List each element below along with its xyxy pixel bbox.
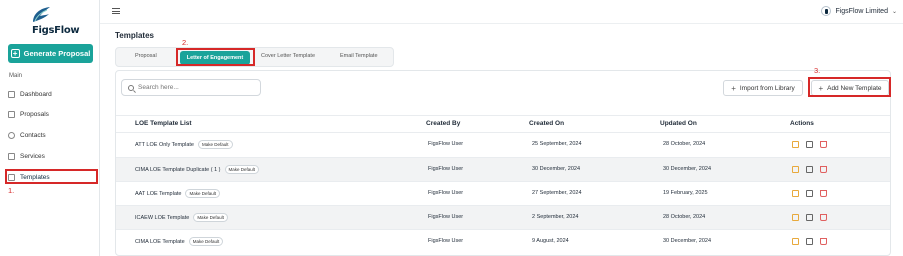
- edit-icon[interactable]: [792, 141, 799, 148]
- tab-email-template[interactable]: Email Template: [340, 53, 378, 59]
- created-on-cell: 9 August, 2024: [532, 238, 569, 244]
- copy-icon[interactable]: [806, 190, 813, 197]
- org-logo-icon: [821, 6, 832, 16]
- created-on-cell: 30 December, 2024: [532, 166, 581, 172]
- plus-icon: +: [10, 49, 20, 58]
- updated-on-cell: 30 December, 2024: [663, 166, 712, 172]
- table-row: [116, 205, 890, 229]
- template-name-cell: CIMA LOE Template Make Default: [135, 237, 224, 246]
- sidebar-item-label: Dashboard: [20, 90, 52, 98]
- updated-on-cell: 28 October, 2024: [663, 141, 706, 147]
- delete-icon[interactable]: [820, 238, 827, 245]
- generate-proposal-button[interactable]: + Generate Proposal: [8, 44, 93, 63]
- sidebar-item-services[interactable]: Services: [8, 149, 98, 163]
- copy-icon[interactable]: [806, 141, 813, 148]
- created-on-cell: 27 September, 2024: [532, 190, 582, 196]
- table-row: [116, 181, 890, 205]
- make-default-button[interactable]: Make Default: [185, 189, 220, 198]
- hamburger-menu-icon[interactable]: [112, 8, 120, 14]
- annotation-step-2: 2.: [182, 38, 189, 47]
- page-title: Templates: [115, 31, 154, 40]
- delete-icon[interactable]: [820, 141, 827, 148]
- created-on-cell: 2 September, 2024: [532, 214, 579, 220]
- sidebar-item-contacts[interactable]: Contacts: [8, 128, 98, 142]
- column-header-actions: Actions: [790, 120, 814, 127]
- template-name: ICAEW LOE Template: [135, 215, 190, 221]
- column-header-name: LOE Template List: [135, 120, 192, 127]
- created-on-cell: 25 September, 2024: [532, 141, 582, 147]
- make-default-button[interactable]: Make Default: [188, 237, 224, 246]
- copy-icon[interactable]: [806, 214, 813, 221]
- updated-on-cell: 19 February, 2025: [663, 190, 708, 196]
- logo-leaf-icon: [33, 7, 50, 22]
- annotation-step-3: 3.: [814, 66, 821, 75]
- column-header-created-by: Created By: [426, 120, 461, 127]
- updated-on-cell: 28 October, 2024: [663, 214, 706, 220]
- annotation-box-loe-tab: [176, 48, 255, 66]
- delete-icon[interactable]: [820, 190, 827, 197]
- sidebar-item-label: Contacts: [20, 131, 46, 139]
- sidebar-item-proposals[interactable]: Proposals: [8, 107, 98, 121]
- edit-icon[interactable]: [792, 238, 799, 245]
- top-bar: FigsFlow Limited ⌄: [100, 0, 903, 24]
- column-header-updated-on: Updated On: [660, 120, 697, 127]
- logo-text: FigsFlow: [32, 25, 80, 36]
- org-switcher[interactable]: FigsFlow Limited ⌄: [821, 6, 897, 16]
- make-default-button[interactable]: Make Default: [198, 140, 233, 149]
- import-from-library-button[interactable]: + Import from Library: [723, 80, 803, 96]
- edit-icon[interactable]: [792, 214, 799, 221]
- sidebar-item-dashboard[interactable]: Dashboard: [8, 87, 98, 101]
- created-by-cell: FigsFlow User: [428, 214, 464, 220]
- template-name-cell: ATT LOE Only Template Make Default: [135, 140, 233, 149]
- table-header: [116, 115, 890, 132]
- template-name-cell: CIMA LOE Template Duplicate ( 1 ) Make De…: [135, 165, 260, 174]
- sidebar-item-label: Services: [20, 152, 45, 160]
- tab-cover-letter-template[interactable]: Cover Letter Template: [261, 53, 315, 59]
- import-label: Import from Library: [739, 84, 795, 92]
- edit-icon[interactable]: [792, 190, 799, 197]
- services-icon: [8, 152, 15, 160]
- search-icon: [128, 84, 134, 91]
- document-icon: [8, 110, 15, 118]
- copy-icon[interactable]: [806, 166, 813, 173]
- annotation-box-templates: [5, 169, 98, 184]
- created-by-cell: FigsFlow User: [428, 141, 464, 147]
- sidebar-item-label: Proposals: [20, 110, 49, 118]
- created-by-cell: FigsFlow User: [428, 166, 464, 172]
- generate-proposal-label: Generate Proposal: [23, 49, 91, 58]
- created-by-cell: FigsFlow User: [428, 238, 464, 244]
- section-label-main: Main: [9, 73, 23, 79]
- copy-icon[interactable]: [806, 238, 813, 245]
- template-name: AAT LOE Template: [135, 191, 182, 197]
- column-header-created-on: Created On: [529, 120, 565, 127]
- updated-on-cell: 30 December, 2024: [663, 238, 712, 244]
- created-by-cell: FigsFlow User: [428, 190, 464, 196]
- figsflow-logo[interactable]: FigsFlow: [22, 6, 80, 36]
- template-name-cell: AAT LOE Template Make Default: [135, 189, 220, 198]
- template-name-cell: ICAEW LOE Template Make Default: [135, 213, 228, 222]
- search-box[interactable]: [121, 79, 261, 96]
- delete-icon[interactable]: [820, 214, 827, 221]
- annotation-step-1: 1.: [8, 186, 15, 195]
- dashboard-icon: [8, 90, 15, 98]
- chevron-down-icon: ⌄: [891, 8, 897, 15]
- template-name: CIMA LOE Template Duplicate ( 1 ): [135, 167, 221, 173]
- make-default-button[interactable]: Make Default: [224, 165, 260, 174]
- template-name: ATT LOE Only Template: [135, 142, 194, 148]
- tab-proposal[interactable]: Proposal: [135, 53, 157, 59]
- contacts-icon: [8, 131, 15, 139]
- table-row: [116, 229, 890, 253]
- edit-icon[interactable]: [792, 166, 799, 173]
- search-input[interactable]: [138, 84, 248, 91]
- delete-icon[interactable]: [820, 166, 827, 173]
- make-default-button[interactable]: Make Default: [193, 213, 228, 222]
- template-name: CIMA LOE Template: [135, 239, 185, 245]
- plus-icon: +: [731, 83, 736, 93]
- org-name: FigsFlow Limited: [835, 7, 888, 15]
- sidebar: FigsFlow + Generate Proposal Main Dashbo…: [0, 0, 100, 256]
- annotation-box-add-template: [808, 77, 891, 97]
